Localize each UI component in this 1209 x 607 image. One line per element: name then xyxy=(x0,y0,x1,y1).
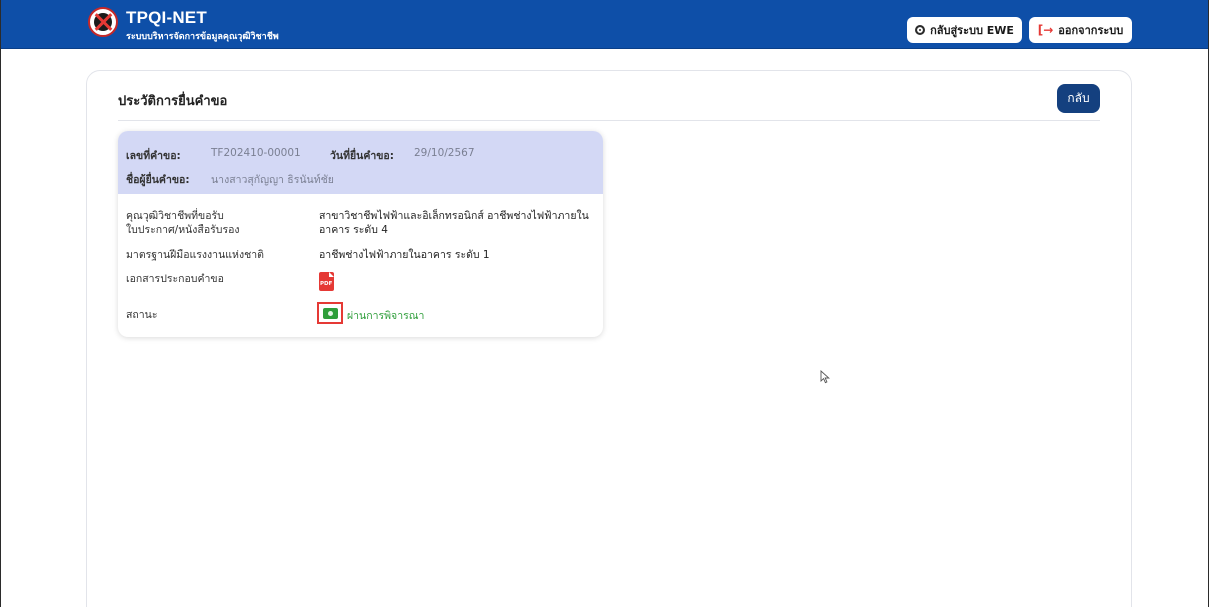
applicant-name-label: ชื่อผู้ยื่นคำขอ: xyxy=(126,174,190,186)
request-card: เลขที่คำขอ: TF202410-00001 วันที่ยื่นคำข… xyxy=(118,131,603,337)
request-number-label: เลขที่คำขอ: xyxy=(126,150,181,162)
back-button[interactable]: กลับ xyxy=(1057,84,1100,113)
pdf-icon-text: PDF xyxy=(320,281,333,287)
request-date-value: 29/10/2567 xyxy=(414,147,475,159)
qualification-value-line2: อาคาร ระดับ 4 xyxy=(319,224,388,236)
request-date-label: วันที่ยื่นคำขอ: xyxy=(330,150,394,162)
logout-arrow-icon: [→ xyxy=(1037,23,1054,37)
request-card-header: เลขที่คำขอ: TF202410-00001 วันที่ยื่นคำข… xyxy=(118,131,603,194)
qualification-label-line1: คุณวุฒิวิชาชีพที่ขอรับ xyxy=(126,210,224,222)
pdf-file-icon[interactable]: PDF xyxy=(319,272,334,291)
request-number-value: TF202410-00001 xyxy=(211,147,301,159)
divider xyxy=(118,120,1100,121)
qualification-label-line2: ใบประกาศ/หนังสือรับรอง xyxy=(126,224,240,236)
status-value: ผ่านการพิจารณา xyxy=(347,310,425,322)
mouse-cursor-icon xyxy=(820,370,830,384)
applicant-name-value: นางสาวสุกัญญา ธิรนันท์ชัย xyxy=(211,174,334,186)
status-icon-highlight[interactable] xyxy=(317,302,343,324)
logout-label: ออกจากระบบ xyxy=(1058,24,1124,37)
standard-value: อาชีพช่างไฟฟ้าภายในอาคาร ระดับ 1 xyxy=(319,249,490,261)
standard-label: มาตรฐานฝีมือแรงงานแห่งชาติ xyxy=(126,249,264,261)
documents-label: เอกสารประกอบคำขอ xyxy=(126,273,224,285)
status-label: สถานะ xyxy=(126,309,158,321)
tpqi-logo-icon xyxy=(88,7,118,37)
back-to-ewe-label: กลับสู่ระบบ EWE xyxy=(930,24,1014,37)
brand-title: TPQI-NET xyxy=(126,8,207,27)
logout-button[interactable]: [→ ออกจากระบบ xyxy=(1029,17,1132,43)
qualification-value-line1: สาขาวิชาชีพไฟฟ้าและอิเล็กทรอนิกส์ อาชีพช… xyxy=(319,210,589,222)
back-to-ewe-button[interactable]: กลับสู่ระบบ EWE xyxy=(907,17,1022,43)
brand-subtitle: ระบบบริหารจัดการข้อมูลคุณวุฒิวิชาชีพ xyxy=(126,32,279,42)
page-title: ประวัติการยื่นคำขอ xyxy=(118,94,228,109)
money-icon xyxy=(323,308,338,319)
circle-icon xyxy=(915,25,926,35)
